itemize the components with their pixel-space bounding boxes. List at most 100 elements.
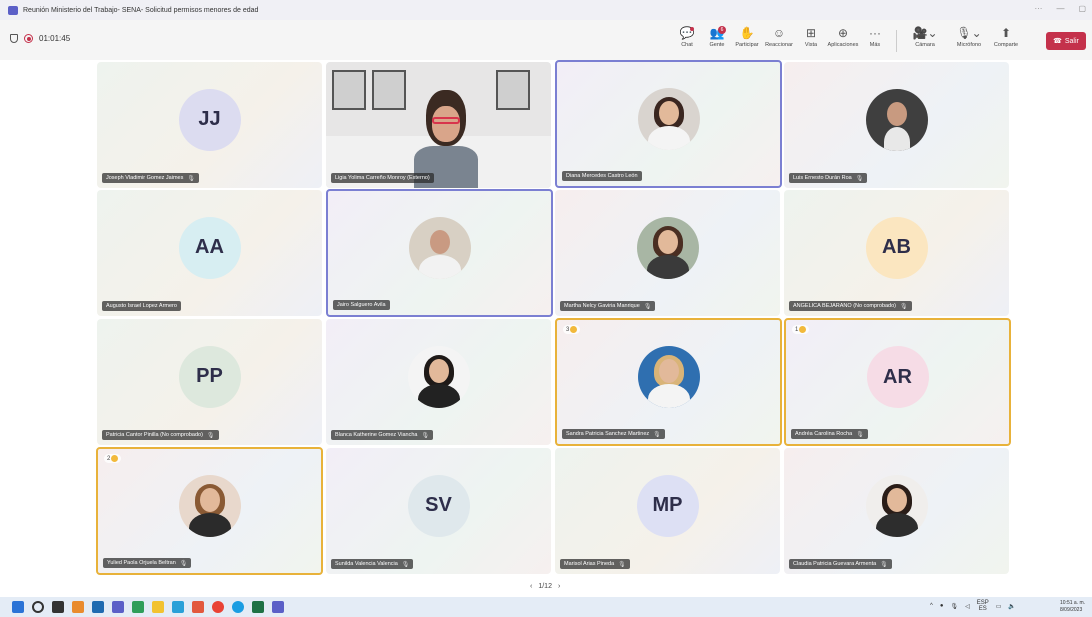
display-icon[interactable]: ▭ <box>996 603 1002 610</box>
leave-button[interactable]: ☎ Salir <box>1046 32 1086 50</box>
more-window-options-icon[interactable]: ··· <box>1034 4 1042 13</box>
avatar: JJ <box>178 88 241 151</box>
add-app-icon: ⊕ <box>837 26 849 40</box>
minimize-icon[interactable]: — <box>1056 4 1064 13</box>
participant-name-tag: Luis Ernesto Durán Roa 🎙 <box>789 173 868 183</box>
participant-name-tag: Yulied Paola Orjuela Beltran 🎙 <box>103 558 192 568</box>
camera-button[interactable]: 🎥⌄ Cámara <box>903 26 947 56</box>
participant-tile-speaking[interactable]: Diana Mercedes Castro León <box>555 60 782 188</box>
next-page-icon[interactable]: › <box>558 583 560 590</box>
participant-name-tag: Patricia Cantor Pinilla (No comprobado) 🎙 <box>102 430 219 440</box>
participant-name-tag: Joseph Vladimir Gomez Jaimes 🎙 <box>102 173 199 183</box>
chrome-icon[interactable] <box>212 601 224 613</box>
participant-tile[interactable]: Claudia Patricia Guevara Armenta 🎙 <box>784 448 1009 574</box>
raised-hand-indicator: 1 <box>792 325 810 334</box>
restore-icon[interactable]: ▢ <box>1078 4 1086 13</box>
raised-hand-icon <box>111 455 119 462</box>
avatar-photo <box>408 217 471 280</box>
avatar-photo <box>407 345 470 408</box>
network-icon[interactable]: ● <box>940 603 944 609</box>
chat-button[interactable]: 💬 Chat <box>672 26 702 56</box>
system-tray: ^ ● 🎙 ◁ ESP ES ▭ 🔈 <box>930 600 1016 612</box>
mic-muted-icon: 🎙 <box>401 561 410 568</box>
participant-tile-speaking[interactable]: Jairo Salguero Avila <box>326 189 553 317</box>
mic-muted-icon: 🎙 <box>179 560 188 567</box>
participant-video-tile[interactable]: Ligia Yolima Carreño Monroy (Externo) <box>326 62 551 188</box>
window-controls: ··· — ▢ <box>1034 4 1086 13</box>
participant-tile[interactable]: MP Marisol Arias Pineda 🎙 <box>555 448 780 574</box>
participant-tile[interactable]: Martha Nelcy Gaviria Manrique 🎙 <box>555 190 780 316</box>
store-icon[interactable] <box>92 601 104 613</box>
mic-muted-icon: 🎙 <box>643 303 652 310</box>
raise-hand-button[interactable]: ✋ Participar <box>732 26 762 56</box>
app-icon[interactable] <box>132 601 144 613</box>
raised-hand-indicator: 3 <box>563 325 581 334</box>
background-window <box>496 70 530 110</box>
participant-tile[interactable]: AB ANGELICA BEJARANO (No comprobado) 🎙 <box>784 190 1009 316</box>
share-button[interactable]: ⬆ Comparte <box>991 26 1021 56</box>
participant-tile[interactable]: SV Sunilda Valencia Valencia 🎙 <box>326 448 551 574</box>
windows-start-icon[interactable] <box>12 601 24 613</box>
shield-icon <box>10 34 18 43</box>
edge-icon[interactable] <box>232 601 244 613</box>
elapsed-time: 01:01:45 <box>39 34 71 43</box>
participant-name-tag: Andréa Carolina Rocha 🎙 <box>791 429 868 439</box>
avatar: PP <box>178 345 241 408</box>
participant-tile[interactable]: JJ Joseph Vladimir Gomez Jaimes 🎙 <box>97 62 322 188</box>
mic-muted-icon: 🎙 <box>421 432 430 439</box>
avatar-photo <box>865 474 928 537</box>
phone-hangup-icon: ☎ <box>1053 38 1062 45</box>
participant-tile-hand-raised[interactable]: 2 Yulied Paola Orjuela Beltran 🎙 <box>96 447 323 575</box>
avatar-photo <box>637 88 700 151</box>
gallery-pager: ‹ 1/12 › <box>530 583 560 590</box>
participant-tile-hand-raised[interactable]: 1 AR Andréa Carolina Rocha 🎙 <box>784 318 1011 446</box>
participant-tile[interactable]: AA Augusto Israel Lopez Armero <box>97 190 322 316</box>
react-button[interactable]: ☺ Reaccionar <box>762 26 796 56</box>
app-icon[interactable] <box>192 601 204 613</box>
search-icon[interactable] <box>32 601 44 613</box>
task-view-icon[interactable] <box>52 601 64 613</box>
video-person-face <box>432 106 460 142</box>
participant-tile-hand-raised[interactable]: 3 Sandra Patricia Sanchez Martinez 🎙 <box>555 318 782 446</box>
raised-hand-icon <box>570 326 578 333</box>
meeting-timer: 01:01:45 <box>10 34 70 43</box>
smiley-icon: ☺ <box>772 26 786 40</box>
teams-icon[interactable] <box>272 601 284 613</box>
participant-tile[interactable]: Luis Ernesto Durán Roa 🎙 <box>784 62 1009 188</box>
participant-tile[interactable]: Blanca Katherine Gomez Viancha 🎙 <box>326 319 551 445</box>
volume-icon[interactable]: 🔈 <box>1008 603 1015 610</box>
recording-icon <box>24 34 33 43</box>
mic-muted-icon: 🎙 <box>187 175 195 182</box>
camera-off-icon: 🎥⌄ <box>912 26 938 40</box>
ellipsis-icon: ··· <box>869 26 881 40</box>
view-button[interactable]: ⊞ Vista <box>796 26 826 56</box>
avatar: AA <box>178 216 241 279</box>
mic-tray-icon[interactable]: 🎙 <box>950 603 958 610</box>
mic-muted-icon: 🎙 <box>856 431 864 438</box>
file-explorer-icon[interactable] <box>152 601 164 613</box>
app-icon[interactable] <box>172 601 184 613</box>
taskbar-clock[interactable]: 10:51 a. m. 8/09/2023 <box>1060 600 1085 614</box>
more-button[interactable]: ··· Más <box>860 26 890 56</box>
mic-button[interactable]: 🎙⌄ Micrófono <box>947 26 991 56</box>
participant-name-tag: Blanca Katherine Gomez Viancha 🎙 <box>331 430 434 440</box>
previous-page-icon[interactable]: ‹ <box>530 583 532 590</box>
avatar-photo <box>865 88 928 151</box>
participant-name-tag: Marisol Arias Pineda 🎙 <box>560 559 630 569</box>
avatar: MP <box>636 474 699 537</box>
apps-button[interactable]: ⊕ Aplicaciones <box>826 26 860 56</box>
avatar-photo <box>636 216 699 279</box>
people-button[interactable]: 👥 6 Gente <box>702 26 732 56</box>
send-icon[interactable]: ◁ <box>965 603 970 610</box>
hand-icon: ✋ <box>739 26 755 40</box>
teams-icon[interactable] <box>112 601 124 613</box>
participant-name-tag: Sandra Patricia Sanchez Martinez 🎙 <box>562 429 665 439</box>
widgets-icon[interactable] <box>72 601 84 613</box>
participant-tile[interactable]: PP Patricia Cantor Pinilla (No comprobad… <box>97 319 322 445</box>
meeting-toolbar: 01:01:45 💬 Chat 👥 6 Gente ✋ Participar ☺… <box>0 20 1092 60</box>
excel-icon[interactable] <box>252 601 264 613</box>
avatar: AR <box>866 346 929 409</box>
chevron-up-icon[interactable]: ^ <box>930 603 933 609</box>
mic-muted-icon: 🎙 <box>618 561 626 568</box>
language-indicator[interactable]: ESP ES <box>977 600 989 612</box>
